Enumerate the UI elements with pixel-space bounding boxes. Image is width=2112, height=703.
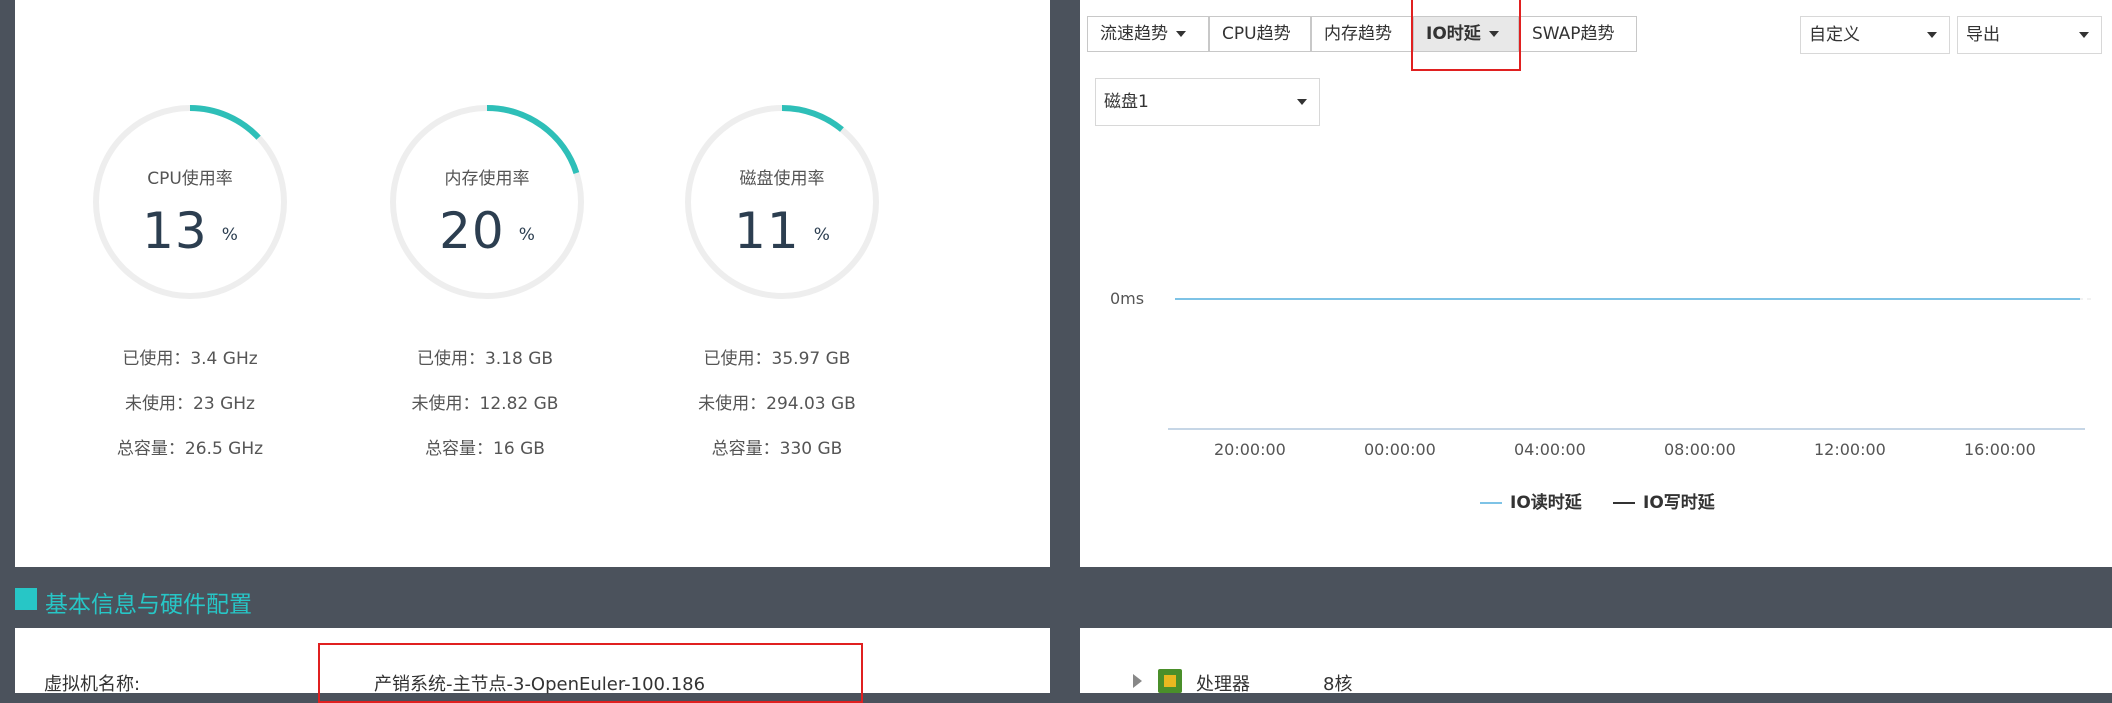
processor-label[interactable]: 处理器 — [1196, 670, 1250, 696]
memory-usage-gauge: 内存使用率 20% — [387, 102, 587, 302]
memory-unused-stat: 未使用：12.82 GB — [411, 394, 559, 414]
processor-value: 8核 — [1323, 674, 1353, 695]
hardware-panel: 处理器 8核 — [1080, 628, 2112, 696]
memory-usage-value: 20% — [439, 202, 535, 260]
trend-chart-panel: 流速趋势 CPU趋势 内存趋势 IO时延 SWAP趋势 自定义 导出 磁盘1 0… — [1080, 0, 2112, 567]
io-latency-chart — [1168, 298, 2092, 430]
memory-used-stat: 已使用：3.18 GB — [416, 349, 554, 369]
disk-usage-title: 磁盘使用率 — [739, 169, 825, 189]
section-title: 基本信息与硬件配置 — [45, 592, 252, 618]
basic-info-panel: 虚拟机名称: 产销系统-主节点-3-OpenEuler-100.186 — [15, 628, 1050, 703]
x-tick-label: 12:00:00 — [1814, 440, 1886, 459]
disk-unused-stat: 未使用：294.03 GB — [698, 394, 856, 414]
expand-arrow-icon[interactable] — [1133, 674, 1142, 688]
vm-name-highlight-box — [318, 643, 863, 703]
x-tick-label: 20:00:00 — [1214, 440, 1286, 459]
disk-usage-value: 11% — [734, 202, 830, 260]
memory-total-stat: 总容量：16 GB — [425, 439, 545, 459]
x-tick-label: 04:00:00 — [1514, 440, 1586, 459]
x-tick-label: 08:00:00 — [1664, 440, 1736, 459]
vm-name-label: 虚拟机名称: — [44, 674, 141, 695]
disk-total-stat: 总容量：330 GB — [711, 439, 843, 459]
cpu-total-stat: 总容量：26.5 GHz — [116, 439, 264, 459]
resource-usage-panel: CPU使用率 13% 内存使用率 20% 磁盘使用率 11% 已使用：3.4 G… — [15, 0, 1050, 567]
legend-io-write[interactable]: IO写时延 — [1613, 488, 1715, 513]
disk-used-stat: 已使用：35.97 GB — [703, 349, 851, 369]
processor-icon — [1158, 669, 1182, 693]
cpu-usage-gauge: CPU使用率 13% — [90, 102, 290, 302]
section-marker-icon — [15, 588, 37, 610]
cpu-used-stat: 已使用：3.4 GHz — [122, 349, 258, 369]
x-tick-label: 16:00:00 — [1964, 440, 2036, 459]
cpu-unused-stat: 未使用：23 GHz — [125, 394, 255, 414]
cpu-usage-title: CPU使用率 — [147, 169, 233, 189]
legend-io-read[interactable]: IO读时延 — [1480, 488, 1582, 513]
memory-usage-title: 内存使用率 — [444, 169, 530, 189]
x-tick-label: 00:00:00 — [1364, 440, 1436, 459]
disk-usage-gauge: 磁盘使用率 11% — [682, 102, 882, 302]
cpu-usage-value: 13% — [142, 202, 238, 260]
